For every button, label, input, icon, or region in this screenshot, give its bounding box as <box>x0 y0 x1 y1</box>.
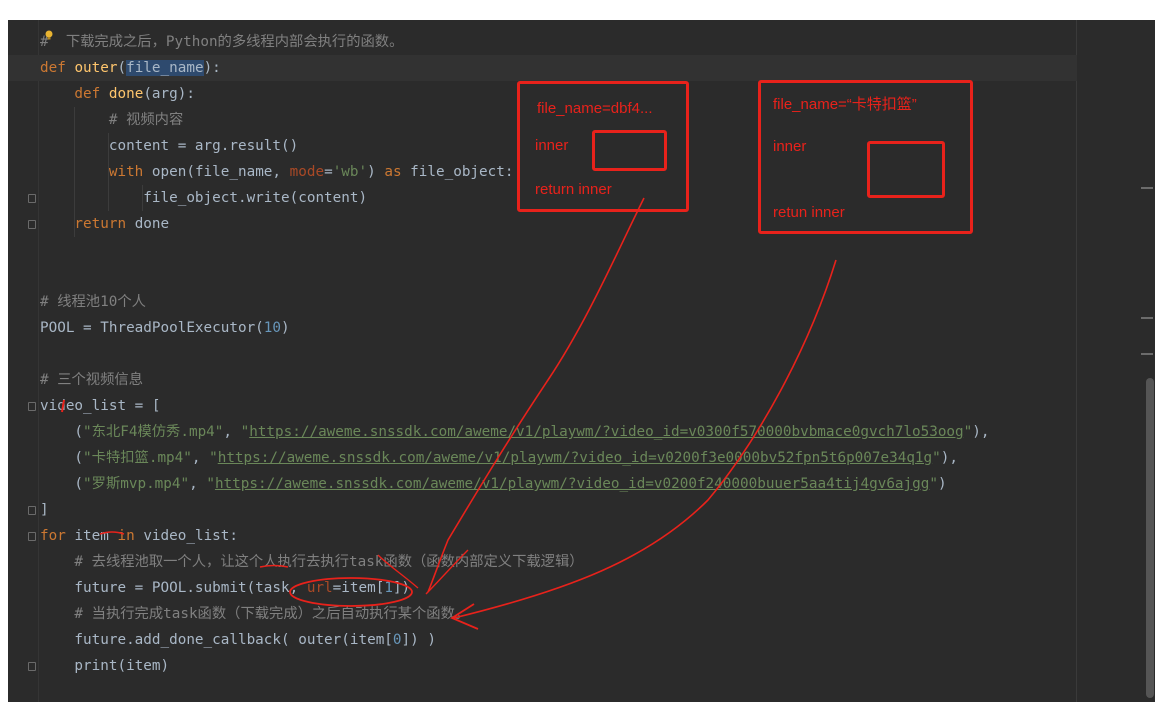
code-editor[interactable]: # 下载完成之后，Python的多线程内部会执行的函数。 def outer(fi… <box>8 20 1155 702</box>
arrow-line-1 <box>427 197 645 593</box>
underline-mark <box>99 531 125 535</box>
arrow-stroke <box>377 549 469 595</box>
underline-mark <box>259 564 289 568</box>
outer-call-circle <box>289 577 413 607</box>
handwritten-annotations <box>61 197 837 630</box>
arrow-head <box>450 603 479 630</box>
tick-mark <box>61 399 65 413</box>
arrow-line-2 <box>453 259 837 619</box>
